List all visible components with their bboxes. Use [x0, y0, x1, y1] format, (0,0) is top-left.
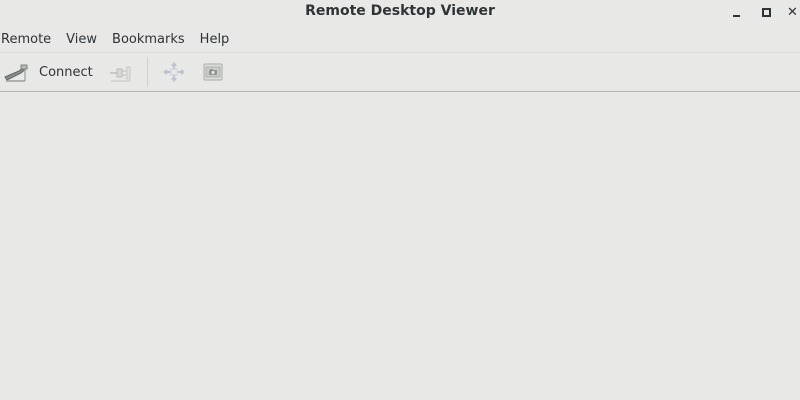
- minimize-button[interactable]: [725, 3, 747, 21]
- screenshot-icon: [203, 63, 223, 81]
- toolbar: Connect: [0, 53, 800, 92]
- menu-help[interactable]: Help: [199, 28, 237, 52]
- fullscreen-icon: [163, 62, 185, 82]
- connect-icon: [4, 64, 28, 82]
- disconnect-button[interactable]: [108, 59, 134, 85]
- menu-remote[interactable]: Remote: [0, 28, 58, 52]
- menu-bar: Remote View Bookmarks Help: [0, 28, 800, 53]
- toolbar-separator: [147, 57, 148, 87]
- close-button[interactable]: ✕: [785, 3, 800, 21]
- minimize-icon: [732, 15, 740, 17]
- fullscreen-button[interactable]: [162, 59, 186, 85]
- maximize-button[interactable]: [755, 3, 777, 21]
- connect-button[interactable]: Connect: [3, 59, 93, 85]
- disconnect-icon: [110, 66, 131, 82]
- close-icon: ✕: [787, 4, 798, 20]
- screenshot-button[interactable]: [201, 59, 225, 85]
- connect-label: Connect: [39, 64, 93, 80]
- maximize-icon: [761, 7, 771, 17]
- window-title: Remote Desktop Viewer: [305, 3, 495, 19]
- menu-view[interactable]: View: [65, 28, 104, 52]
- menu-bookmarks[interactable]: Bookmarks: [111, 28, 192, 52]
- title-bar: Remote Desktop Viewer ✕: [0, 0, 800, 26]
- viewer-content-area: [0, 92, 800, 400]
- remote-desktop-viewer-window: Remote Desktop Viewer ✕ Remote View Book…: [0, 0, 800, 400]
